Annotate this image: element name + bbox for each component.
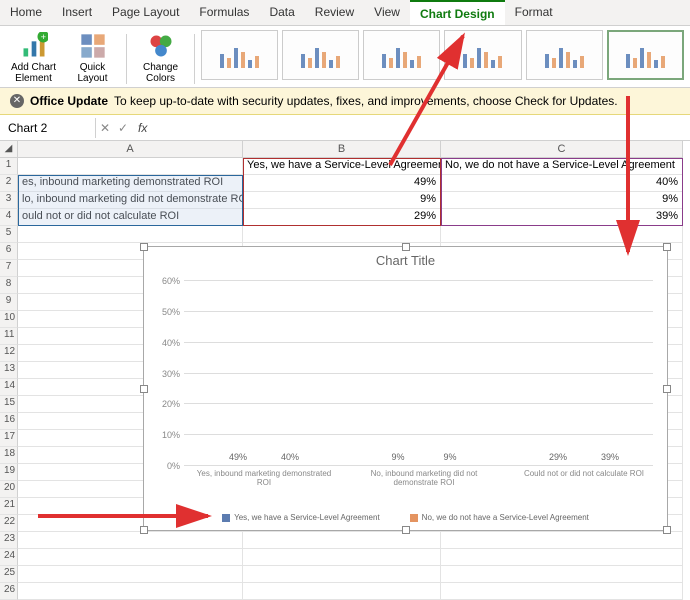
chart-resize-handle[interactable] [402, 526, 410, 534]
cell-b4[interactable]: 29% [243, 209, 441, 226]
change-colors-icon [147, 32, 175, 60]
add-chart-element-button[interactable]: + Add Chart Element [6, 30, 61, 86]
col-header-c[interactable]: C [441, 141, 683, 158]
tab-page-layout[interactable]: Page Layout [102, 0, 189, 25]
select-all-corner[interactable]: ◢ [0, 141, 18, 158]
chart-legend[interactable]: Yes, we have a Service-Level Agreement N… [144, 513, 667, 522]
chart-resize-handle[interactable] [663, 526, 671, 534]
chart-style-3[interactable] [363, 30, 440, 80]
ribbon-tabs: Home Insert Page Layout Formulas Data Re… [0, 0, 690, 26]
tab-chart-design[interactable]: Chart Design [410, 0, 505, 25]
quick-layout-button[interactable]: Quick Layout [65, 30, 120, 86]
tab-home[interactable]: Home [0, 0, 52, 25]
tab-data[interactable]: Data [259, 0, 304, 25]
cell-b1[interactable]: Yes, we have a Service-Level Agreement [243, 158, 441, 175]
chart-styles-gallery [201, 30, 684, 80]
add-chart-element-icon: + [20, 32, 48, 60]
embedded-chart[interactable]: Chart Title 0% 10% 20% 30% 40% 50% 60% 4… [143, 246, 668, 531]
cell-c1[interactable]: No, we do not have a Service-Level Agree… [441, 158, 683, 175]
cell-a1[interactable] [18, 158, 243, 175]
cell-b2[interactable]: 49% [243, 175, 441, 192]
cell-a3[interactable]: lo, inbound marketing did not demonstrat… [18, 192, 243, 209]
tab-format[interactable]: Format [505, 0, 563, 25]
chart-resize-handle[interactable] [663, 243, 671, 251]
accept-formula-button[interactable]: ✓ [114, 121, 132, 135]
row-header-4[interactable]: 4 [0, 209, 18, 226]
tab-review[interactable]: Review [305, 0, 364, 25]
chart-plot-area[interactable]: 0% 10% 20% 30% 40% 50% 60% 49% 40% Yes, … [184, 281, 653, 466]
x-axis-label-3: Could not or did not calculate ROI [514, 466, 654, 479]
tab-formulas[interactable]: Formulas [189, 0, 259, 25]
tab-insert[interactable]: Insert [52, 0, 102, 25]
x-axis-label-1: Yes, inbound marketing demonstrated ROI [194, 466, 334, 488]
formula-bar: Chart 2 ✕ ✓ fx [0, 115, 690, 141]
legend-swatch-blue [222, 514, 230, 522]
col-header-b[interactable]: B [243, 141, 441, 158]
row-header-25[interactable]: 25 [0, 566, 18, 583]
toolbar-separator [194, 34, 195, 84]
row-header-1[interactable]: 1 [0, 158, 18, 175]
change-colors-button[interactable]: Change Colors [133, 30, 188, 86]
add-chart-element-label: Add Chart Element [10, 62, 57, 84]
cell-b3[interactable]: 9% [243, 192, 441, 209]
tab-view[interactable]: View [364, 0, 410, 25]
chart-style-5[interactable] [526, 30, 603, 80]
cell-c4[interactable]: 39% [441, 209, 683, 226]
chart-resize-handle[interactable] [663, 385, 671, 393]
legend-label-2: No, we do not have a Service-Level Agree… [422, 513, 589, 522]
quick-layout-label: Quick Layout [69, 62, 116, 84]
x-axis-label-2: No, inbound marketing did not demonstrat… [354, 466, 494, 488]
row-header-5[interactable]: 5 [0, 226, 18, 243]
chart-style-6[interactable] [607, 30, 684, 80]
row-header-24[interactable]: 24 [0, 549, 18, 566]
change-colors-label: Change Colors [137, 62, 184, 84]
grid-body: 1 Yes, we have a Service-Level Agreement… [0, 158, 690, 600]
legend-label-1: Yes, we have a Service-Level Agreement [234, 513, 380, 522]
update-message: To keep up-to-date with security updates… [114, 94, 618, 108]
chart-resize-handle[interactable] [140, 526, 148, 534]
chart-resize-handle[interactable] [140, 243, 148, 251]
name-box[interactable]: Chart 2 [0, 118, 96, 138]
chart-style-2[interactable] [282, 30, 359, 80]
cell-a2[interactable]: es, inbound marketing demonstrated ROI [18, 175, 243, 192]
close-update-bar-button[interactable]: ✕ [10, 94, 24, 108]
legend-swatch-orange [410, 514, 418, 522]
col-header-a[interactable]: A [18, 141, 243, 158]
row-header-3[interactable]: 3 [0, 192, 18, 209]
chart-design-toolbar: + Add Chart Element Quick Layout Change … [0, 26, 690, 88]
row-header-2[interactable]: 2 [0, 175, 18, 192]
formula-input[interactable] [153, 125, 690, 131]
cell-a4[interactable]: ould not or did not calculate ROI [18, 209, 243, 226]
svg-text:+: + [40, 32, 45, 42]
chart-resize-handle[interactable] [140, 385, 148, 393]
chart-resize-handle[interactable] [402, 243, 410, 251]
cell-c2[interactable]: 40% [441, 175, 683, 192]
chart-style-4[interactable] [444, 30, 521, 80]
toolbar-separator [126, 34, 127, 84]
chart-style-1[interactable] [201, 30, 278, 80]
quick-layout-icon [79, 32, 107, 60]
row-header-26[interactable]: 26 [0, 583, 18, 600]
cancel-formula-button[interactable]: ✕ [96, 121, 114, 135]
office-update-bar: ✕ Office Update To keep up-to-date with … [0, 88, 690, 115]
fx-label: fx [132, 121, 153, 135]
spreadsheet-grid: ◢ A B C 1 Yes, we have a Service-Level A… [0, 141, 690, 600]
update-title: Office Update [30, 94, 108, 108]
cell-c3[interactable]: 9% [441, 192, 683, 209]
